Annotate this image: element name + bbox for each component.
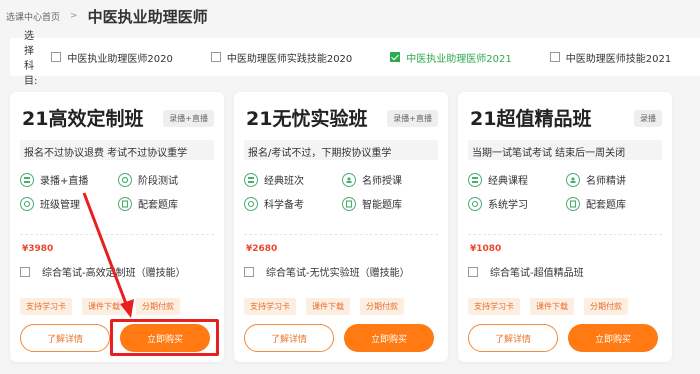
divider <box>244 234 438 235</box>
subject-option-label: 中医助理医师技能2021 <box>565 53 672 65</box>
feature-item: 经典班次 <box>244 172 304 187</box>
service-tag: 支持学习卡 <box>20 298 72 315</box>
course-title: 21超值精品班 <box>470 108 592 130</box>
feature-label: 智能题库 <box>362 200 402 211</box>
course-price: ¥2680 <box>246 244 278 254</box>
feature-item: 配套题库 <box>118 196 178 211</box>
checkbox[interactable] <box>20 266 30 277</box>
checkbox[interactable] <box>468 266 478 277</box>
service-tag: 分期付款 <box>360 298 404 315</box>
service-tags: 支持学习卡 课件下载 分期付款 <box>20 298 190 315</box>
course-package-option[interactable]: 综合笔试-无忧实验班（赠技能） <box>244 264 410 279</box>
buy-now-button[interactable]: 立即购买 <box>120 324 210 352</box>
feature-item: 经典课程 <box>468 172 528 187</box>
feature-label: 系统学习 <box>488 200 528 211</box>
breadcrumb-home-link[interactable]: 选课中心首页 <box>6 10 60 23</box>
checkbox[interactable] <box>51 52 62 62</box>
buy-now-button[interactable]: 立即购买 <box>568 324 658 352</box>
subject-option-2[interactable]: 中医助理医师实践技能2020 <box>210 50 353 65</box>
feature-label: 经典班次 <box>264 176 304 187</box>
service-tag: 课件下载 <box>530 298 574 315</box>
course-card-1: 21高效定制班 录播+直播 报名不过协议退费 考试不过协议重学 录播+直播 阶段… <box>10 92 224 362</box>
course-description: 报名/考试不过，下期按协议重学 <box>244 140 438 160</box>
course-card-3: 21超值精品班 录播 当期一试笔试考试 结束后一周关闭 经典课程 名师精讲 系统… <box>458 92 672 362</box>
feature-item: 名师授课 <box>342 172 402 187</box>
checkbox[interactable] <box>210 52 221 62</box>
feature-label: 名师授课 <box>362 176 402 187</box>
course-package-option[interactable]: 综合笔试-高效定制班（赠技能） <box>20 264 186 279</box>
checkbox[interactable] <box>549 52 560 62</box>
feature-item: 录播+直播 <box>20 172 88 187</box>
feature-label: 经典课程 <box>488 176 528 187</box>
service-tag: 课件下载 <box>306 298 350 315</box>
feature-label: 配套题库 <box>586 200 626 211</box>
feature-item: 智能题库 <box>342 196 402 211</box>
feature-item: 名师精讲 <box>566 172 626 187</box>
refresh-icon <box>468 196 482 211</box>
feature-label: 班级管理 <box>40 200 80 211</box>
service-tags: 支持学习卡 课件下载 分期付款 <box>468 298 638 315</box>
feature-label: 录播+直播 <box>40 176 89 187</box>
refresh-icon <box>20 196 34 211</box>
course-title: 21高效定制班 <box>22 108 144 130</box>
service-tag: 支持学习卡 <box>244 298 296 315</box>
divider <box>468 234 662 235</box>
course-package-label: 综合笔试-高效定制班（赠技能） <box>42 268 186 279</box>
page-title: 中医执业助理医师 <box>87 7 208 26</box>
subject-filter-bar: 选择科目: 中医执业助理医师2020 中医助理医师实践技能2020 中医执业助理… <box>10 31 700 87</box>
divider <box>20 234 214 235</box>
service-tags: 支持学习卡 课件下载 分期付款 <box>244 298 414 315</box>
course-mode-tag: 录播+直播 <box>163 110 214 127</box>
feature-item: 班级管理 <box>20 196 80 211</box>
course-price: ¥1080 <box>470 244 502 254</box>
course-package-label: 综合笔试-无忧实验班（赠技能） <box>266 268 410 279</box>
subject-filter-label: 选择科目: <box>24 31 38 87</box>
layers-icon <box>244 172 258 187</box>
service-tag: 支持学习卡 <box>468 298 520 315</box>
feature-item: 配套题库 <box>566 196 626 211</box>
subject-option-label: 中医执业助理医师2020 <box>67 53 173 65</box>
course-mode-tag: 录播 <box>634 110 662 127</box>
course-description: 当期一试笔试考试 结束后一周关闭 <box>468 140 662 160</box>
breadcrumb-separator: > <box>70 11 78 21</box>
book-icon <box>342 196 356 211</box>
course-description: 报名不过协议退费 考试不过协议重学 <box>20 140 214 160</box>
checkbox-checked[interactable] <box>390 52 401 62</box>
feature-label: 配套题库 <box>138 200 178 211</box>
course-title: 21无忧实验班 <box>246 108 368 130</box>
learn-more-button[interactable]: 了解详情 <box>468 324 558 352</box>
subject-option-3[interactable]: 中医执业助理医师2021 <box>390 50 512 65</box>
subject-option-label: 中医助理医师实践技能2020 <box>226 53 353 65</box>
teacher-icon <box>566 172 580 187</box>
course-card-2: 21无忧实验班 录播+直播 报名/考试不过，下期按协议重学 经典班次 名师授课 … <box>234 92 448 362</box>
course-mode-tag: 录播+直播 <box>387 110 438 127</box>
book-icon <box>566 196 580 211</box>
learn-more-button[interactable]: 了解详情 <box>244 324 334 352</box>
course-price: ¥3980 <box>22 244 54 254</box>
feature-label: 名师精讲 <box>586 176 626 187</box>
feature-item: 科学备考 <box>244 196 304 211</box>
feature-item: 阶段测试 <box>118 172 178 187</box>
service-tag: 分期付款 <box>136 298 180 315</box>
layers-icon <box>20 172 34 187</box>
feature-label: 阶段测试 <box>138 176 178 187</box>
checkbox[interactable] <box>244 266 254 277</box>
refresh-icon <box>244 196 258 211</box>
subject-option-1[interactable]: 中医执业助理医师2020 <box>51 50 173 65</box>
subject-option-label: 中医执业助理医师2021 <box>406 53 512 65</box>
service-tag: 课件下载 <box>82 298 126 315</box>
feature-item: 系统学习 <box>468 196 528 211</box>
subject-option-4[interactable]: 中医助理医师技能2021 <box>549 50 672 65</box>
test-icon <box>118 172 132 187</box>
service-tag: 分期付款 <box>584 298 628 315</box>
course-package-option[interactable]: 综合笔试-超值精品班 <box>468 264 584 279</box>
feature-label: 科学备考 <box>264 200 304 211</box>
layers-icon <box>468 172 482 187</box>
breadcrumb: 选课中心首页 > 中医执业助理医师 <box>6 6 208 26</box>
course-package-label: 综合笔试-超值精品班 <box>490 268 584 279</box>
book-icon <box>118 196 132 211</box>
buy-now-button[interactable]: 立即购买 <box>344 324 434 352</box>
learn-more-button[interactable]: 了解详情 <box>20 324 110 352</box>
teacher-icon <box>342 172 356 187</box>
